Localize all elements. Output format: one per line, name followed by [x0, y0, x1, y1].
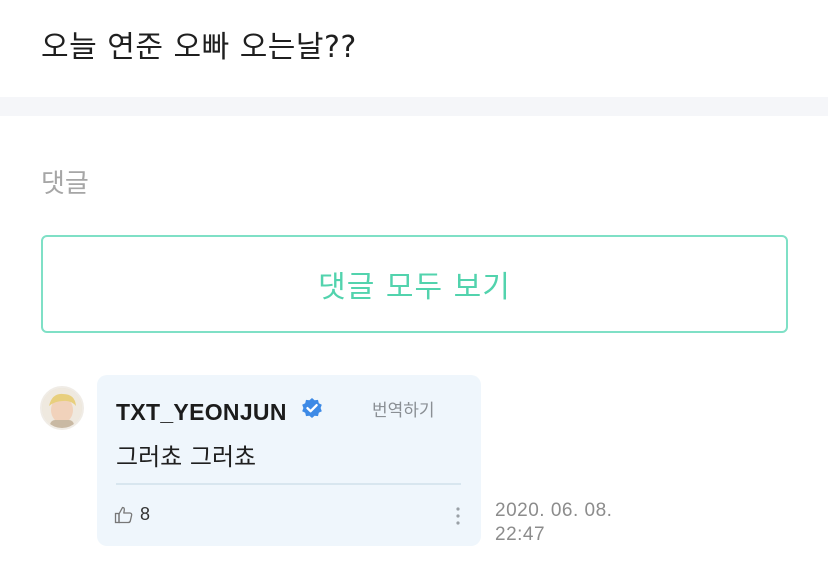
thumbs-up-icon — [114, 506, 133, 523]
translate-button[interactable]: 번역하기 — [372, 396, 435, 421]
post-text: 오늘 연준 오빠 오는날?? — [41, 30, 357, 65]
comments-heading: 댓글 — [41, 169, 89, 199]
like-count: 8 — [140, 504, 151, 524]
comment-author[interactable]: TXT_YEONJUN — [116, 399, 287, 426]
more-vertical-icon[interactable] — [453, 504, 463, 528]
comment-bubble: TXT_YEONJUN 번역하기 그러쵸 그러쵸 8 — [97, 375, 481, 546]
verified-badge-icon — [302, 398, 322, 418]
like-button[interactable]: 8 — [114, 504, 150, 525]
comment-time: 22:47 — [495, 524, 546, 545]
comment-divider — [116, 483, 461, 485]
avatar[interactable] — [40, 386, 84, 430]
view-all-comments-label: 댓글 모두 보기 — [318, 270, 511, 305]
avatar-image — [42, 388, 82, 428]
section-divider — [0, 97, 828, 116]
comment-timestamp: 2020. 06. 08. 22:47 — [495, 499, 612, 547]
view-all-comments-button[interactable]: 댓글 모두 보기 — [41, 235, 788, 333]
comment-text: 그러쵸 그러쵸 — [116, 443, 257, 471]
comment-date: 2020. 06. 08. — [495, 500, 613, 521]
